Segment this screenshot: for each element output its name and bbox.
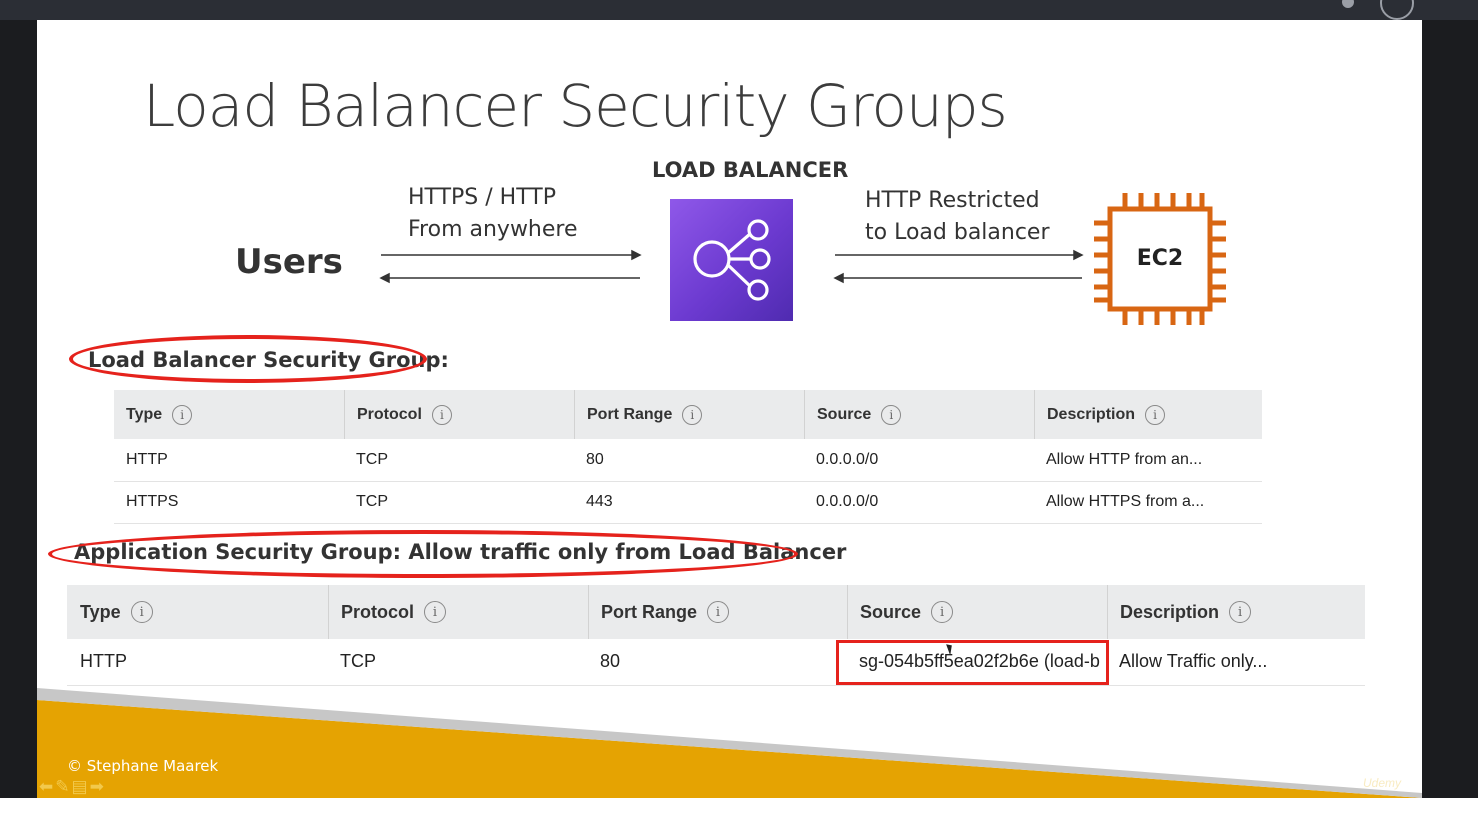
info-icon[interactable]: i <box>424 601 447 623</box>
column-header-protocol: Protocol i <box>344 390 574 439</box>
lb-security-group-table: Type i Protocol i Port Range i Source i Desc… <box>114 390 1262 524</box>
cell-protocol: TCP <box>344 481 574 524</box>
cell-protocol: TCP <box>344 439 574 482</box>
ec2-label: EC2 <box>1136 246 1184 271</box>
slide: Load Balancer Security Groups LOAD BALAN… <box>37 20 1422 798</box>
cell-type: HTTP <box>67 639 327 686</box>
footer-band <box>37 688 1422 798</box>
highlight-oval-app-sg <box>48 530 798 578</box>
cell-port-range: 80 <box>574 439 804 482</box>
info-icon[interactable]: i <box>682 404 703 425</box>
table-row: HTTP TCP 80 sg-054b5ff5ea02f2b6e (load-b… <box>67 639 1365 686</box>
table-header-row: Type i Protocol i Port Range i Source i Desc… <box>114 390 1262 439</box>
slide-nav-tools: ⬅ ✎ ▤ ➡ <box>39 777 104 797</box>
column-header-description: Description i <box>1034 390 1262 439</box>
highlight-box-source <box>836 640 1109 685</box>
player-top-bar <box>0 0 1478 20</box>
pen-icon[interactable]: ✎ <box>55 777 69 797</box>
player-bottom-strip <box>0 798 1478 822</box>
table-header-row: Type i Protocol i Port Range i Source i Desc… <box>67 585 1365 639</box>
elb-icon <box>670 199 793 321</box>
info-icon[interactable]: i <box>1145 404 1166 425</box>
udemy-watermark: Udemy <box>1363 776 1402 790</box>
cell-description: Allow HTTP from an... <box>1034 439 1262 482</box>
cell-description: Allow Traffic only... <box>1106 639 1365 686</box>
column-header-source: Source i <box>804 390 1034 439</box>
arrow-right-icon[interactable]: ➡ <box>90 777 104 797</box>
cell-port-range: 443 <box>574 481 804 524</box>
notes-icon[interactable]: ▤ <box>72 777 88 797</box>
info-icon[interactable]: i <box>130 601 153 623</box>
column-header-port-range: Port Range i <box>587 585 846 639</box>
info-icon[interactable]: i <box>931 601 954 623</box>
copyright-text: © Stephane Maarek <box>67 757 219 775</box>
arrow-left-icon[interactable]: ⬅ <box>39 777 53 797</box>
column-header-protocol: Protocol i <box>327 585 587 639</box>
cell-protocol: TCP <box>327 639 587 686</box>
column-header-type: Type i <box>114 390 344 439</box>
info-icon[interactable]: i <box>881 404 902 425</box>
player-settings-icon[interactable] <box>1380 0 1414 20</box>
cell-port-range: 80 <box>587 639 846 686</box>
info-icon[interactable]: i <box>172 404 193 425</box>
info-icon[interactable]: i <box>1229 601 1252 623</box>
highlight-oval-lb-sg <box>69 335 427 383</box>
cell-source: 0.0.0.0/0 <box>804 481 1034 524</box>
column-header-description: Description i <box>1106 585 1365 639</box>
cell-description: Allow HTTPS from a... <box>1034 481 1262 524</box>
column-header-type: Type i <box>67 585 327 639</box>
column-header-port-range: Port Range i <box>574 390 804 439</box>
column-header-source: Source i <box>846 585 1106 639</box>
info-icon[interactable]: i <box>431 404 452 425</box>
cell-type: HTTPS <box>114 481 344 524</box>
cell-type: HTTP <box>114 439 344 482</box>
table-row: HTTP TCP 80 0.0.0.0/0 Allow HTTP from an… <box>114 439 1262 482</box>
app-security-group-table: Type i Protocol i Port Range i Source i Desc… <box>67 585 1365 686</box>
player-control-icon[interactable] <box>1342 0 1354 8</box>
cell-source: 0.0.0.0/0 <box>804 439 1034 482</box>
table-row: HTTPS TCP 443 0.0.0.0/0 Allow HTTPS from… <box>114 481 1262 524</box>
info-icon[interactable]: i <box>707 601 730 623</box>
